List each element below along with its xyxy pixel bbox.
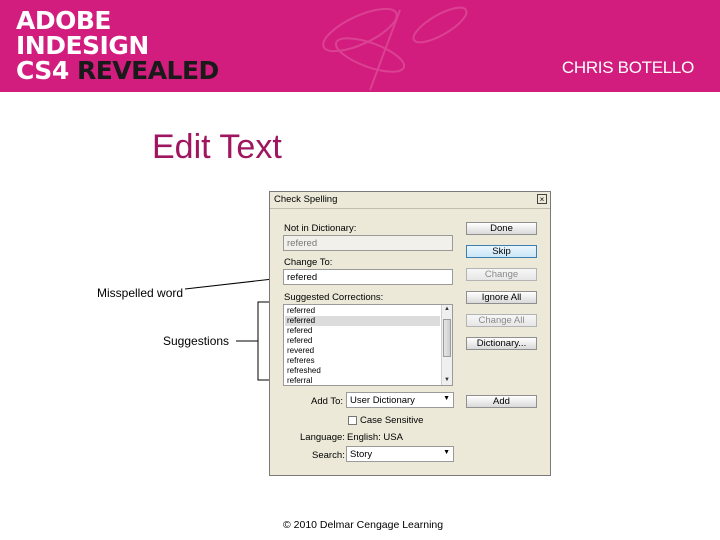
- add-button[interactable]: Add: [466, 395, 537, 408]
- add-to-select[interactable]: User Dictionary ▼: [346, 392, 454, 408]
- search-value: Story: [350, 449, 373, 460]
- list-item[interactable]: referred: [287, 306, 315, 316]
- list-item[interactable]: refered: [287, 336, 312, 346]
- callout-bracket-suggestions: [236, 301, 271, 381]
- case-sensitive-label: Case Sensitive: [360, 415, 424, 426]
- case-sensitive-checkbox[interactable]: [348, 416, 357, 425]
- dialog-titlebar[interactable]: Check Spelling ×: [270, 192, 550, 209]
- add-to-label: Add To:: [311, 396, 344, 407]
- copyright-footer: © 2010 Delmar Cengage Learning: [283, 519, 444, 531]
- scroll-up-icon[interactable]: ▲: [442, 305, 452, 314]
- scroll-down-icon[interactable]: ▼: [442, 376, 452, 385]
- list-item[interactable]: referral: [287, 376, 312, 386]
- scrollbar-thumb[interactable]: [443, 319, 451, 357]
- callout-line-misspelled: [184, 277, 283, 290]
- dialog-title: Check Spelling: [274, 194, 338, 205]
- change-to-label: Change To:: [284, 257, 333, 268]
- change-all-button[interactable]: Change All: [466, 314, 537, 327]
- search-label: Search:: [312, 450, 345, 461]
- dictionary-button[interactable]: Dictionary...: [466, 337, 537, 350]
- language-label: Language:: [300, 432, 345, 443]
- change-to-input[interactable]: refered: [283, 269, 453, 285]
- list-item[interactable]: refreshed: [287, 366, 321, 376]
- suggestions-list[interactable]: referred referred refered refered revere…: [283, 304, 453, 386]
- chevron-down-icon: ▼: [443, 449, 450, 456]
- suggestions-scrollbar[interactable]: ▲ ▼: [441, 305, 452, 385]
- add-to-value: User Dictionary: [350, 395, 415, 406]
- list-item[interactable]: revered: [287, 346, 314, 356]
- chevron-down-icon: ▼: [443, 395, 450, 402]
- language-value: English: USA: [347, 432, 403, 443]
- list-item[interactable]: refered: [287, 326, 312, 336]
- not-in-dictionary-field: refered: [283, 235, 453, 251]
- change-button[interactable]: Change: [466, 268, 537, 281]
- suggested-corrections-label: Suggested Corrections:: [284, 292, 384, 303]
- not-in-dictionary-label: Not in Dictionary:: [284, 223, 357, 234]
- ignore-all-button[interactable]: Ignore All: [466, 291, 537, 304]
- check-spelling-dialog: Check Spelling × Not in Dictionary: refe…: [269, 191, 551, 476]
- done-button[interactable]: Done: [466, 222, 537, 235]
- skip-button[interactable]: Skip: [466, 245, 537, 258]
- close-icon[interactable]: ×: [537, 194, 547, 204]
- search-select[interactable]: Story ▼: [346, 446, 454, 462]
- list-item[interactable]: refreres: [287, 356, 315, 366]
- list-item-selected[interactable]: referred: [285, 316, 440, 326]
